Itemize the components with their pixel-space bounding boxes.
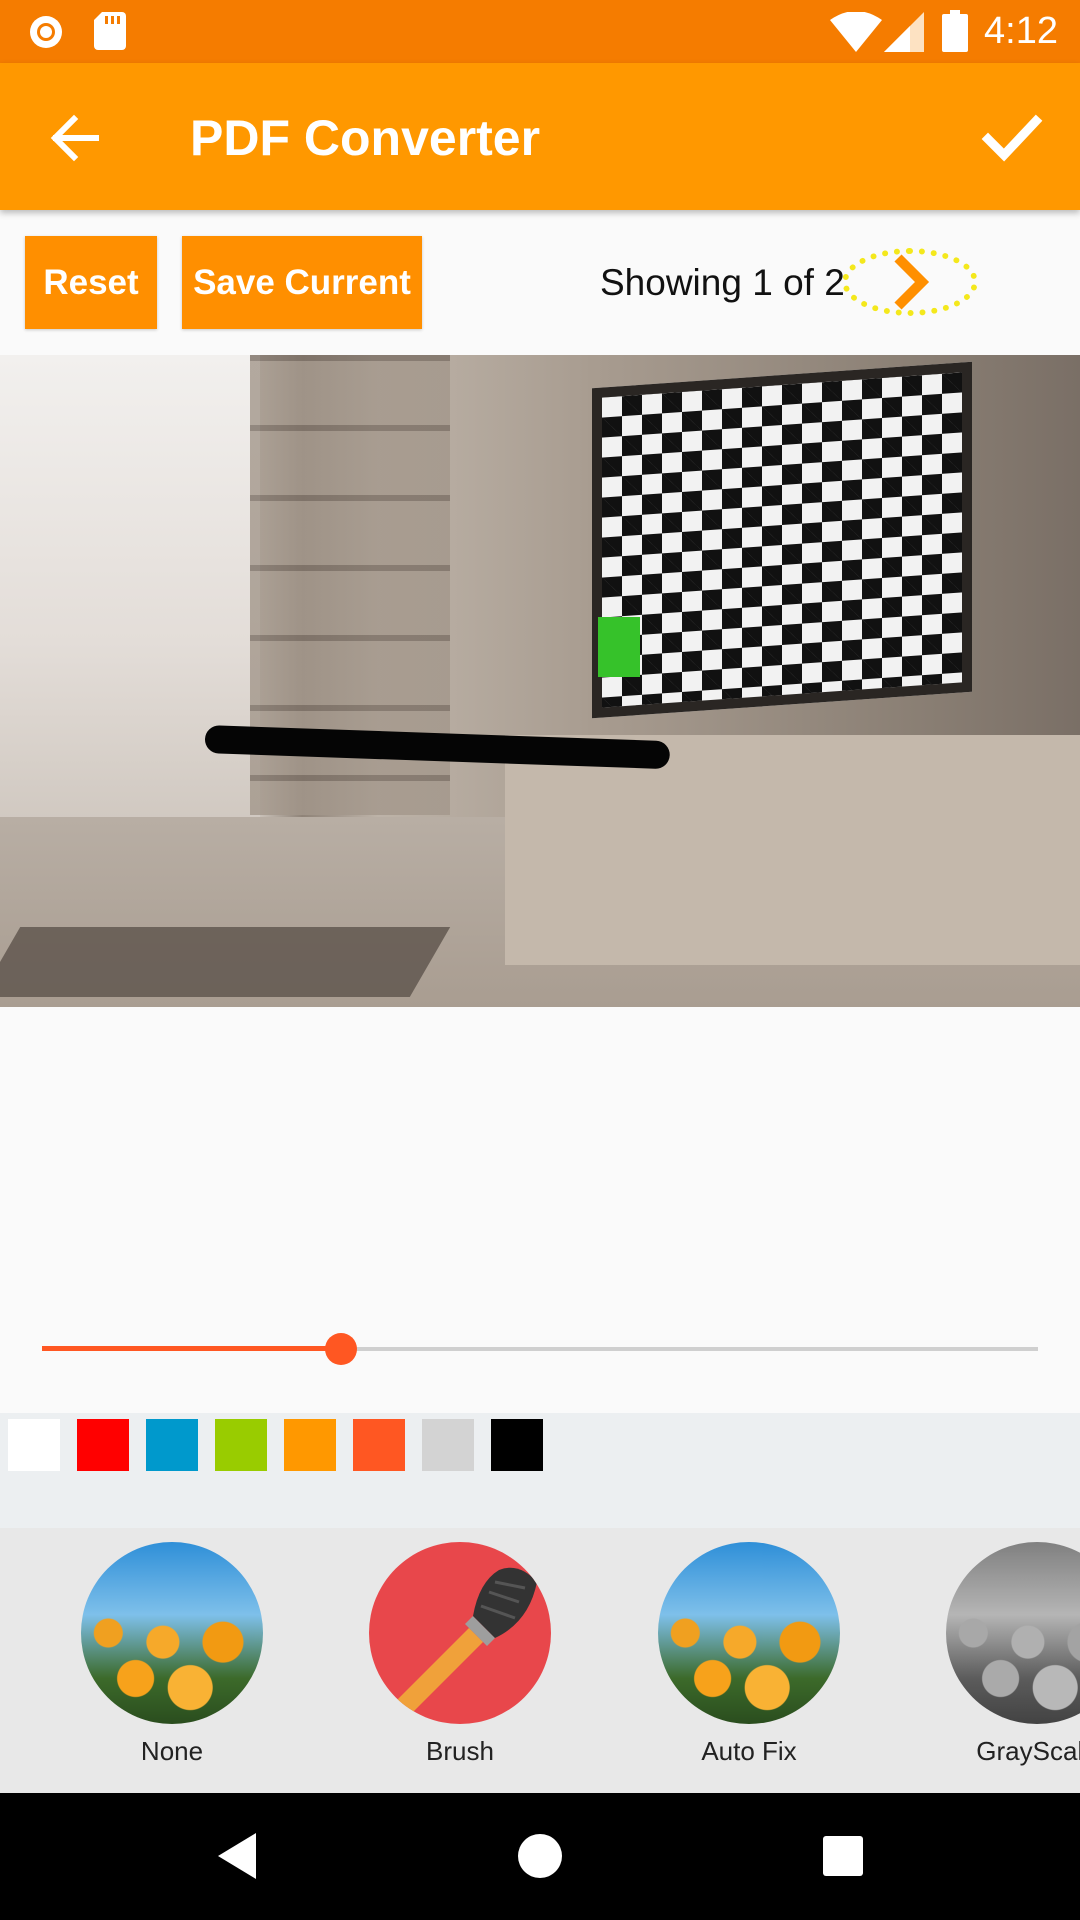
filter-grayscale[interactable]: GrayScale bbox=[942, 1542, 1080, 1767]
filter-brush[interactable]: Brush bbox=[365, 1542, 555, 1767]
flower-thumbnail-icon bbox=[658, 1542, 840, 1724]
swatch-deep-orange[interactable] bbox=[353, 1419, 405, 1471]
reset-button[interactable]: Reset bbox=[25, 236, 157, 329]
next-page-button[interactable] bbox=[842, 248, 978, 316]
color-palette bbox=[0, 1413, 1080, 1528]
save-current-button[interactable]: Save Current bbox=[182, 236, 422, 329]
image-canvas[interactable] bbox=[0, 355, 1080, 1007]
swatch-blue[interactable] bbox=[146, 1419, 198, 1471]
flower-grayscale-thumbnail-icon bbox=[946, 1542, 1080, 1724]
page-indicator: Showing 1 of 2 bbox=[600, 262, 845, 303]
slider-fill bbox=[42, 1346, 341, 1351]
filter-none[interactable]: None bbox=[77, 1542, 267, 1767]
flower-thumbnail-icon bbox=[81, 1542, 263, 1724]
photo-cabinet bbox=[505, 735, 1080, 965]
system-nav-bar bbox=[0, 1793, 1080, 1920]
photo-tv bbox=[592, 361, 972, 719]
filter-label: Brush bbox=[426, 1736, 494, 1766]
wifi-icon bbox=[830, 12, 882, 52]
status-bar: 4:12 bbox=[0, 0, 1080, 63]
filter-label: None bbox=[140, 1736, 204, 1766]
toolbar-row: Reset Save Current Showing 1 of 2 bbox=[0, 210, 1080, 355]
check-icon[interactable] bbox=[976, 103, 1046, 173]
filter-label: GrayScale bbox=[976, 1736, 1080, 1766]
filter-auto-fix[interactable]: Auto Fix bbox=[654, 1542, 844, 1767]
photo-green-patch bbox=[598, 617, 640, 677]
recents-square-icon[interactable] bbox=[810, 1823, 876, 1889]
swatch-red[interactable] bbox=[77, 1419, 129, 1471]
home-circle-icon[interactable] bbox=[507, 1823, 573, 1889]
swatch-white[interactable] bbox=[8, 1419, 60, 1471]
brush-icon bbox=[369, 1542, 551, 1724]
page-title: PDF Converter bbox=[190, 110, 541, 166]
swatch-black[interactable] bbox=[491, 1419, 543, 1471]
battery-icon bbox=[942, 10, 968, 52]
chevron-right-icon bbox=[894, 254, 930, 310]
filter-label: Auto Fix bbox=[701, 1736, 797, 1766]
filter-strip: None Brush Auto Fix GrayScale bbox=[0, 1528, 1080, 1793]
slider-thumb[interactable] bbox=[324, 1333, 357, 1365]
app-bar: PDF Converter bbox=[0, 63, 1080, 210]
sd-card-icon bbox=[94, 12, 126, 50]
back-triangle-icon[interactable] bbox=[204, 1823, 270, 1889]
photo-rug bbox=[0, 927, 451, 997]
status-time: 4:12 bbox=[984, 10, 1058, 52]
signal-icon bbox=[884, 12, 924, 52]
swatch-orange[interactable] bbox=[284, 1419, 336, 1471]
record-icon bbox=[30, 16, 62, 48]
arrow-back-icon[interactable] bbox=[40, 103, 110, 173]
swatch-green[interactable] bbox=[215, 1419, 267, 1471]
swatch-light-gray[interactable] bbox=[422, 1419, 474, 1471]
photo-window bbox=[0, 355, 260, 835]
brush-size-slider[interactable] bbox=[42, 1330, 1038, 1366]
